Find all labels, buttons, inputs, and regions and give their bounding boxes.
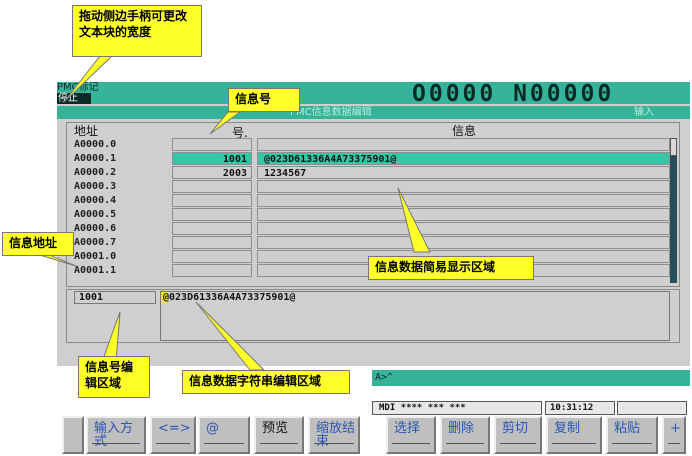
arrow-info-number (209, 111, 242, 135)
callout-string-edit: 信息数据字符串编辑区域 (182, 370, 350, 394)
callout-display-area: 信息数据简易显示区域 (368, 256, 534, 280)
callout-info-number: 信息号 (228, 88, 300, 112)
callout-number-edit: 信息号编辑区域 (78, 356, 150, 398)
arrow-number-edit (101, 311, 121, 363)
arrow-handle (63, 55, 114, 103)
arrow-display-area (397, 187, 431, 253)
callout-info-address: 信息地址 (2, 232, 74, 256)
arrow-string-edit (195, 301, 266, 371)
callout-handle: 拖动侧边手柄可更改文本块的宽度 (72, 5, 202, 57)
